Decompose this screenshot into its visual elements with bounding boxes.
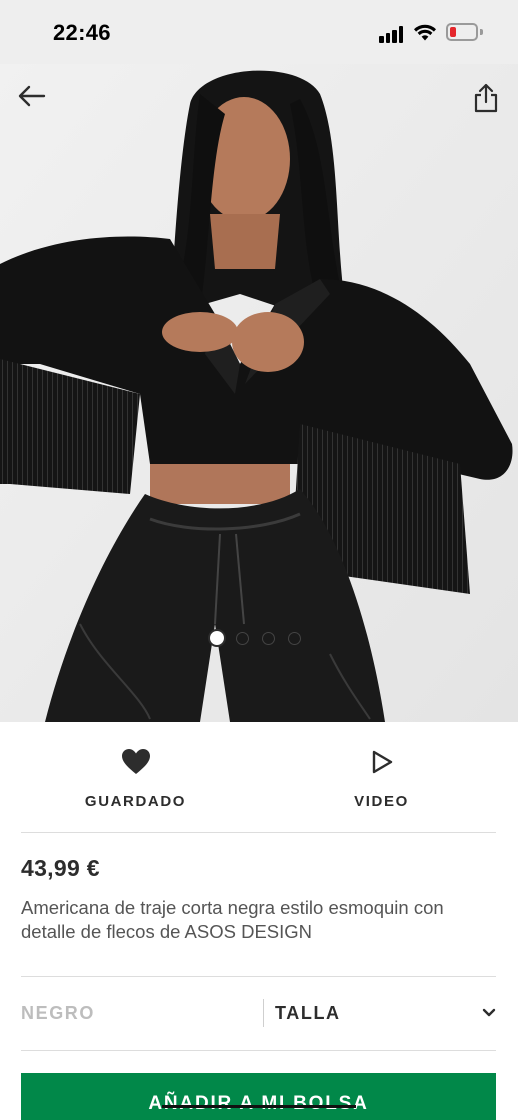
variant-selectors: NEGRO TALLA: [0, 977, 518, 1051]
video-button[interactable]: VIDEO: [252, 722, 511, 832]
battery-low-icon: [446, 23, 478, 41]
status-bar: 22:46: [0, 0, 518, 64]
add-to-bag-button[interactable]: AÑADIR A MI BOLSA: [21, 1073, 496, 1120]
arrow-left-icon[interactable]: [16, 82, 48, 110]
divider: [21, 832, 496, 833]
size-select-label: TALLA: [275, 1003, 341, 1023]
chevron-down-icon: [482, 1008, 496, 1017]
product-actions: GUARDADO VIDEO: [0, 722, 518, 832]
video-button-label: VIDEO: [354, 793, 409, 810]
gallery-pagination: [208, 628, 314, 648]
gallery-dot[interactable]: [288, 631, 301, 645]
heart-filled-icon: [122, 749, 150, 774]
share-icon[interactable]: [471, 82, 501, 114]
save-button-label: GUARDADO: [84, 793, 187, 810]
add-to-bag-label: AÑADIR A MI BOLSA: [148, 1093, 369, 1114]
strikethrough-line: [162, 1105, 356, 1108]
gallery-dot[interactable]: [262, 631, 275, 645]
divider: [21, 1050, 496, 1051]
save-button[interactable]: GUARDADO: [6, 722, 265, 832]
color-value: NEGRO: [21, 1003, 96, 1023]
size-select[interactable]: TALLA: [264, 977, 500, 1051]
product-image-gallery[interactable]: [0, 64, 518, 722]
battery-level: [450, 27, 456, 37]
gallery-dot[interactable]: [236, 631, 249, 645]
wifi-icon: [414, 24, 436, 41]
gallery-dot[interactable]: [208, 629, 226, 647]
status-time: 22:46: [53, 20, 111, 45]
battery-cap: [480, 29, 483, 35]
product-description: Americana de traje corta negra estilo es…: [21, 897, 444, 942]
product-price: 43,99 €: [21, 855, 100, 881]
play-icon: [372, 750, 393, 774]
cellular-signal-icon: [379, 25, 405, 43]
product-photo: [0, 64, 518, 722]
